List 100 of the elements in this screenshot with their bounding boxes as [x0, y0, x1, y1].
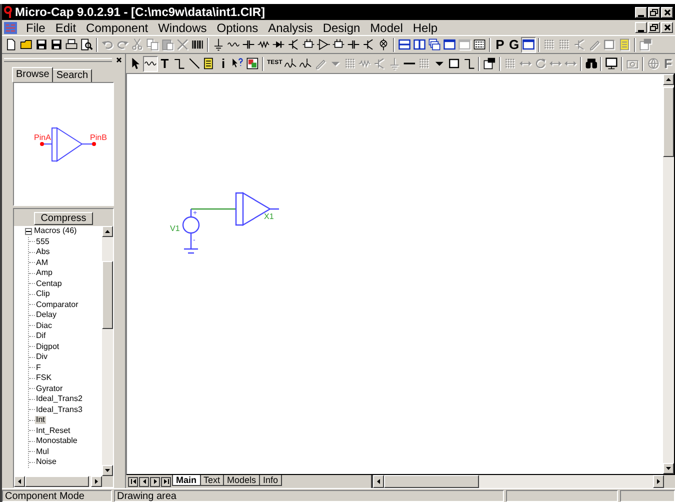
menu-item[interactable]: Design: [318, 22, 366, 34]
toolbar-button[interactable]: i: [216, 56, 230, 72]
tree-item[interactable]: Noise: [35, 458, 58, 466]
minimize-button[interactable]: [635, 22, 647, 33]
close-button[interactable]: [661, 6, 673, 18]
menu-item[interactable]: Windows: [153, 22, 212, 34]
toolbar-button[interactable]: [34, 36, 49, 52]
browser-tab[interactable]: Search: [52, 69, 92, 82]
down-arrow-icon: [105, 469, 110, 472]
menu-item[interactable]: Component: [81, 22, 154, 34]
wire[interactable]: [191, 208, 236, 210]
scroll-left-button[interactable]: [373, 475, 384, 488]
first-sheet-button[interactable]: [128, 476, 138, 486]
compress-button[interactable]: Compress: [34, 212, 94, 225]
tree-item[interactable]: AM: [35, 258, 49, 267]
toolbar-button[interactable]: T: [158, 56, 172, 72]
sheet-tab[interactable]: Text: [200, 475, 224, 486]
scroll-down-button[interactable]: [102, 465, 113, 476]
tree-item[interactable]: Abs: [35, 248, 51, 256]
horizontal-scrollbar[interactable]: [373, 475, 664, 488]
horizontal-scrollbar[interactable]: [14, 476, 102, 487]
toolbar-button[interactable]: [482, 56, 498, 72]
tree-item[interactable]: FSK: [35, 374, 53, 382]
menu-item[interactable]: File: [21, 22, 50, 34]
scrollbar-thumb[interactable]: [663, 87, 674, 157]
last-sheet-button[interactable]: [161, 476, 171, 486]
scrollbar-thumb[interactable]: [384, 475, 479, 488]
scrollbar-thumb[interactable]: [25, 476, 89, 487]
toolbar-button[interactable]: P: [493, 36, 507, 52]
scroll-up-button[interactable]: [663, 74, 674, 85]
tree-item[interactable]: Diac: [35, 322, 54, 330]
ground-symbol[interactable]: [183, 248, 199, 254]
toolbar-button[interactable]: [79, 36, 94, 52]
tree-item[interactable]: Int_Reset: [35, 426, 72, 435]
menu-item[interactable]: Edit: [50, 22, 82, 34]
tree-item[interactable]: F: [35, 364, 42, 372]
close-panel-button[interactable]: [114, 56, 123, 64]
menu-item[interactable]: Analysis: [263, 22, 318, 34]
window-icon: [458, 38, 471, 51]
sheet-tab[interactable]: Models: [223, 475, 260, 486]
toolbar-button[interactable]: [442, 36, 457, 52]
menu-item[interactable]: Options: [212, 22, 264, 34]
tree-item[interactable]: Ideal_Trans3: [35, 406, 84, 414]
voltage-source-symbol[interactable]: [182, 208, 200, 250]
menu-item[interactable]: Help: [408, 22, 443, 34]
vertical-tile-icon: [413, 38, 426, 51]
tree-item[interactable]: Clip: [35, 290, 51, 298]
toolbar-button[interactable]: [186, 56, 202, 72]
toolbar-button[interactable]: [584, 56, 598, 72]
pin-dot: [40, 142, 44, 146]
restore-button[interactable]: [648, 22, 660, 33]
previous-sheet-button[interactable]: [139, 476, 149, 486]
toolbar-button[interactable]: [49, 36, 64, 52]
scroll-left-button[interactable]: [14, 476, 25, 487]
menu-item[interactable]: Model: [365, 22, 408, 34]
tree-item[interactable]: 555: [35, 238, 50, 246]
tree-item[interactable]: Comparator: [35, 300, 80, 309]
amplifier-symbol[interactable]: [235, 192, 280, 226]
close-button[interactable]: [661, 22, 673, 33]
up-arrow-icon: [105, 230, 110, 233]
toolbar-button[interactable]: [245, 56, 260, 72]
sheet-tab[interactable]: Info: [259, 475, 282, 486]
tree-item[interactable]: Centap: [35, 280, 63, 288]
toolbar-button[interactable]: [142, 56, 158, 72]
minimize-button[interactable]: [635, 6, 647, 18]
scroll-right-button[interactable]: [91, 476, 102, 487]
tree-item[interactable]: Dif: [35, 332, 47, 340]
toolbar-button[interactable]: [397, 36, 412, 52]
scroll-down-button[interactable]: [663, 463, 674, 474]
first-icon: [130, 479, 136, 484]
tree-item[interactable]: Int: [35, 416, 46, 424]
pin-label: PinA: [34, 133, 51, 142]
toolbar-button[interactable]: [316, 36, 331, 52]
binoculars-icon: [584, 57, 598, 70]
tree-item[interactable]: Gyrator: [35, 384, 64, 393]
tree-item[interactable]: Monostable: [35, 437, 78, 446]
toolbar-button[interactable]: G: [507, 36, 521, 52]
browser-tab[interactable]: Browse: [12, 67, 54, 82]
dot-grid-icon: [418, 57, 431, 70]
tree-item[interactable]: Div: [35, 353, 49, 362]
toolbar-button[interactable]: [412, 36, 427, 52]
tree-item[interactable]: Delay: [35, 311, 58, 320]
tree-item[interactable]: Mul: [35, 448, 50, 456]
scrollbar-thumb[interactable]: [102, 261, 113, 329]
toolbar-button[interactable]: [472, 36, 487, 52]
vertical-scrollbar[interactable]: [102, 226, 113, 476]
toolbar-button[interactable]: [427, 36, 442, 52]
tree-folder[interactable]: Macros (46): [34, 227, 77, 236]
sheet-tab[interactable]: Main: [172, 475, 201, 486]
tree-item[interactable]: Amp: [35, 269, 54, 278]
vertical-scrollbar[interactable]: [663, 74, 674, 474]
toolbar-button[interactable]: [604, 56, 620, 72]
toolbar-button[interactable]: [521, 36, 536, 52]
scroll-up-button[interactable]: [102, 226, 113, 237]
tree-item[interactable]: Ideal_Trans2: [35, 395, 84, 404]
next-sheet-button[interactable]: [150, 476, 160, 486]
scroll-right-button[interactable]: [653, 475, 664, 488]
collapse-toggle[interactable]: [25, 228, 32, 235]
restore-button[interactable]: [648, 6, 660, 18]
tree-item[interactable]: Digpot: [35, 342, 60, 351]
